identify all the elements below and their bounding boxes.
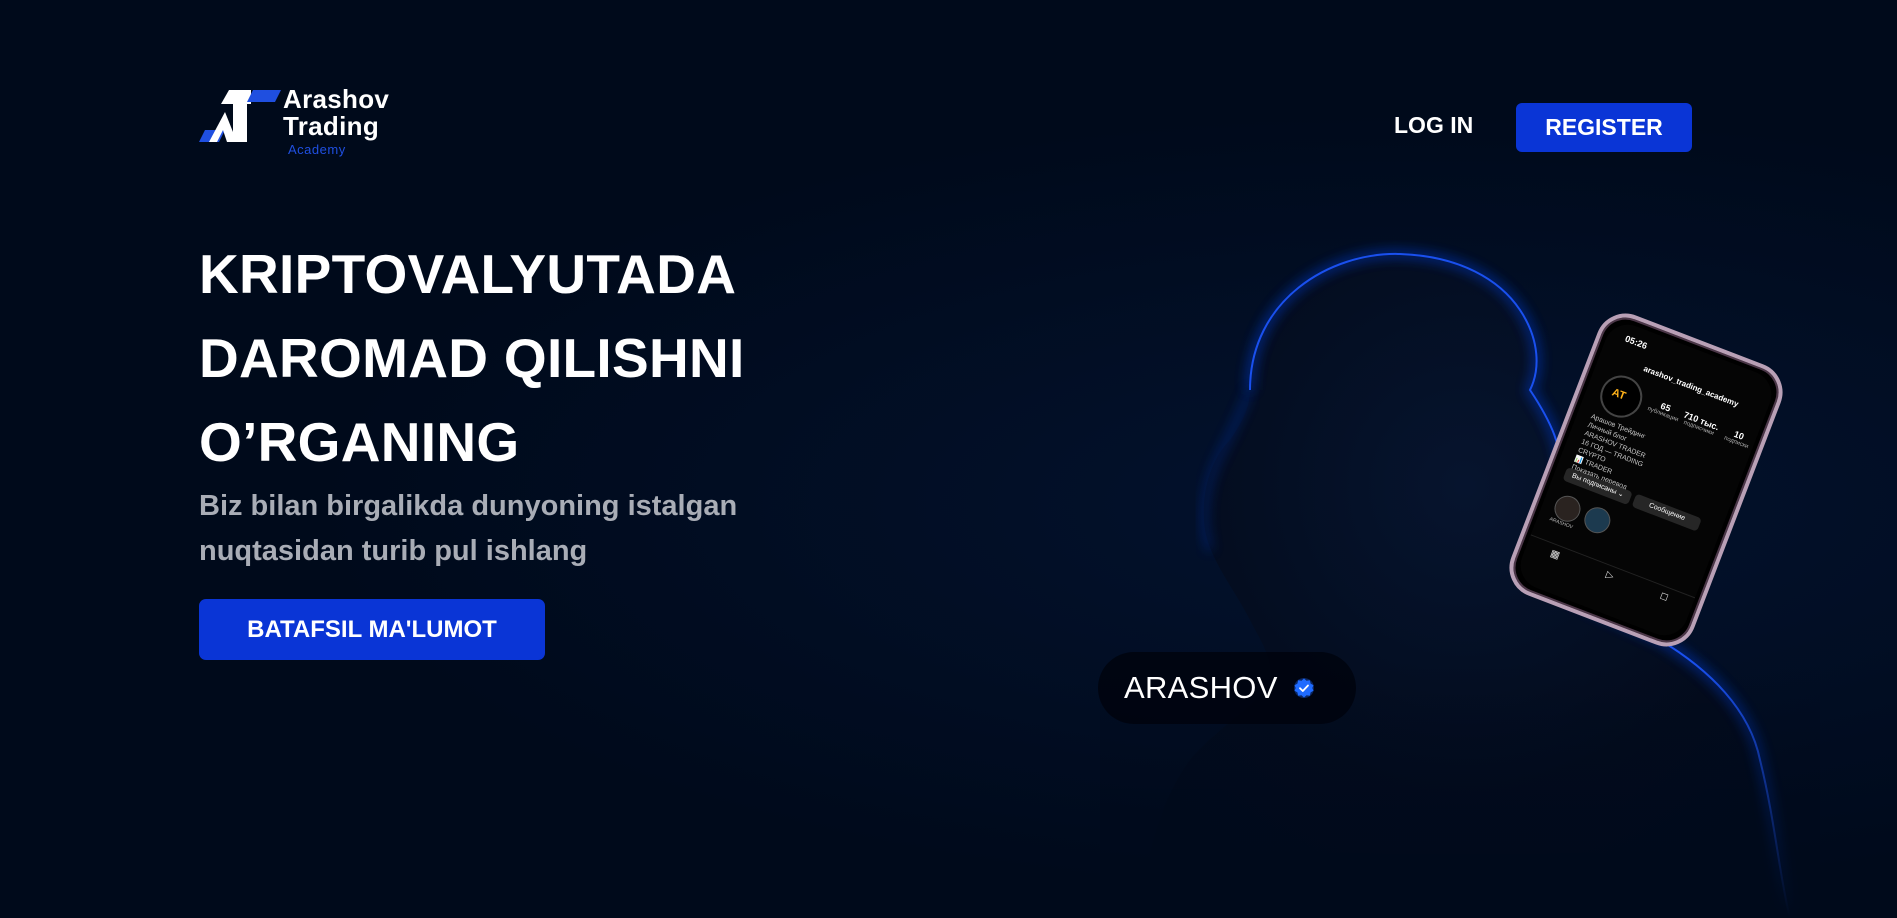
brand-wordmark: Arashov Trading Academy	[283, 86, 389, 156]
brand-name-line1: Arashov	[283, 84, 390, 114]
hero-title-line: DAROMAD QILISHNI	[199, 327, 745, 389]
name-badge-label: ARASHOV	[1124, 670, 1278, 705]
landing-page: Arashov Trading Academy LOG IN REGISTER …	[0, 0, 1897, 918]
login-link[interactable]: LOG IN	[1394, 112, 1473, 139]
profile-stat-followers: 710 тыс. подписчики	[1680, 410, 1720, 438]
more-info-button[interactable]: BATAFSIL MA'LUMOT	[199, 599, 545, 660]
hero-title-line: O’RGANING	[199, 411, 520, 473]
avatar-logo-text: AT	[1610, 386, 1628, 403]
brand-tagline: Academy	[288, 142, 346, 157]
hero-title-line: KRIPTOVALYUTADA	[199, 243, 737, 305]
verified-badge-icon	[1293, 678, 1314, 698]
profile-tabs: ▦ ▷ ◻	[1524, 534, 1696, 616]
hero-subtitle: Biz bilan birgalikda dunyoning istalgan …	[199, 490, 738, 567]
grid-icon: ▦	[1548, 547, 1562, 562]
hero-title: KRIPTOVALYUTADA DAROMAD QILISHNI O’RGANI…	[199, 232, 839, 484]
profile-stat-following: 10 подписки	[1723, 426, 1753, 450]
at-logo-icon	[199, 90, 281, 142]
register-button[interactable]: REGISTER	[1516, 103, 1692, 152]
reels-icon: ▷	[1604, 568, 1616, 582]
phone-time: 05:26	[1623, 333, 1649, 352]
name-badge: ARASHOV	[1098, 652, 1356, 724]
tagged-icon: ◻	[1658, 589, 1671, 603]
story-highlight	[1580, 503, 1615, 538]
brand-logo[interactable]: Arashov Trading Academy	[199, 86, 389, 156]
brand-name-line2: Trading	[283, 111, 379, 141]
profile-stat-posts: 65 публикации	[1647, 397, 1683, 424]
